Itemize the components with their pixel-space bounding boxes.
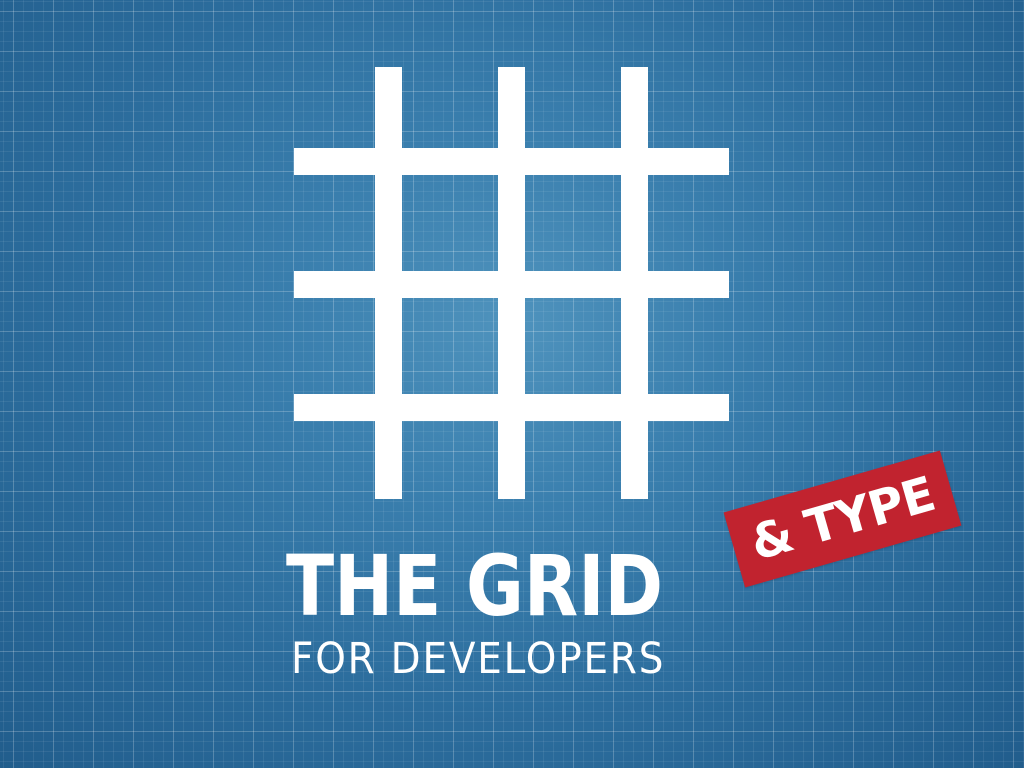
grid-horizontal-bar-middle	[294, 271, 729, 298]
slide-subtitle: FOR DEVELOPERS	[291, 634, 666, 684]
grid-horizontal-bar-bottom	[294, 394, 729, 421]
slide-title: THE GRID	[286, 537, 664, 635]
title-slide: THE GRID FOR DEVELOPERS & TYPE	[0, 0, 1024, 768]
grid-horizontal-bar-top	[294, 148, 729, 175]
